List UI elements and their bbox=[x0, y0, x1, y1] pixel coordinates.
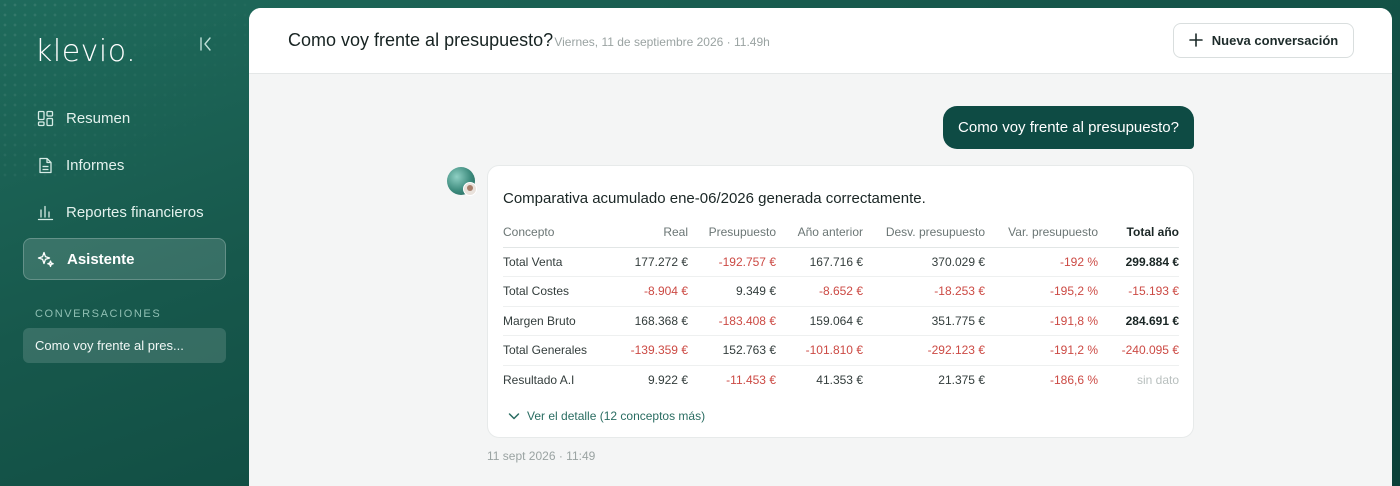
table-cell: 9.349 € bbox=[688, 276, 776, 307]
table-cell: 177.272 € bbox=[598, 247, 688, 277]
document-icon bbox=[35, 155, 55, 175]
user-avatar-badge bbox=[463, 182, 477, 196]
table-cell: Total Generales bbox=[503, 335, 598, 366]
table-row: Total Costes -8.904 € 9.349 € -8.652 € -… bbox=[503, 276, 1179, 307]
sidebar-item-label: Asistente bbox=[67, 250, 135, 268]
user-message: Como voy frente al presupuesto? bbox=[943, 106, 1194, 149]
table-cell: 152.763 € bbox=[688, 335, 776, 366]
chevron-down-icon bbox=[508, 413, 520, 420]
table-cell: -8.904 € bbox=[598, 276, 688, 307]
table-cell: 167.716 € bbox=[776, 247, 863, 277]
bar-chart-icon bbox=[35, 202, 55, 222]
message-timestamp: 11 sept 2026 · 11:49 bbox=[487, 449, 596, 463]
table-cell: 370.029 € bbox=[863, 247, 985, 277]
table-cell: -195,2 % bbox=[985, 276, 1098, 307]
sidebar-item-label: Resumen bbox=[66, 109, 131, 127]
table-cell: 284.691 € bbox=[1098, 306, 1179, 336]
table-cell: -192.757 € bbox=[688, 247, 776, 277]
table-cell: -191,2 % bbox=[985, 335, 1098, 366]
sidebar-item-label: Reportes financieros bbox=[66, 203, 204, 221]
table-cell: -8.652 € bbox=[776, 276, 863, 307]
view-detail-link[interactable]: Ver el detalle (12 conceptos más) bbox=[508, 409, 705, 423]
table-cell: Total Costes bbox=[503, 276, 598, 307]
sidebar: klevio. Resumen Informes Reportes financ… bbox=[0, 0, 249, 486]
column-header: Real bbox=[598, 217, 688, 248]
assistant-headline: Comparativa acumulado ene-06/2026 genera… bbox=[503, 190, 926, 207]
conversation-item[interactable]: Como voy frente al pres... bbox=[23, 328, 226, 363]
sidebar-nav: Resumen Informes Reportes financieros As… bbox=[23, 97, 226, 285]
table-cell: -15.193 € bbox=[1098, 276, 1179, 307]
dashboard-icon bbox=[35, 108, 55, 128]
table-cell: -191,8 % bbox=[985, 306, 1098, 336]
column-header: Desv. presupuesto bbox=[863, 217, 985, 248]
main-panel: Como voy frente al presupuesto? · Vierne… bbox=[249, 8, 1392, 486]
table-cell: -183.408 € bbox=[688, 306, 776, 336]
new-conversation-label: Nueva conversación bbox=[1211, 33, 1339, 48]
sidebar-item-asistente[interactable]: Asistente bbox=[23, 238, 226, 280]
table-row: Total Generales -139.359 € 152.763 € -10… bbox=[503, 335, 1179, 366]
plus-icon bbox=[1188, 31, 1203, 51]
conversation-header: Como voy frente al presupuesto? · Vierne… bbox=[249, 8, 1392, 74]
conversation-date: · Viernes, 11 de septiembre 2026 · 11.49… bbox=[547, 35, 770, 49]
sparkles-icon bbox=[36, 249, 56, 269]
klevio-logo: klevio. bbox=[35, 34, 137, 69]
column-header: Total año bbox=[1098, 217, 1179, 248]
table-cell: Margen Bruto bbox=[503, 306, 598, 336]
table-cell: -292.123 € bbox=[863, 335, 985, 366]
budget-comparison-table: Concepto Real Presupuesto Año anterior D… bbox=[503, 217, 1179, 395]
table-cell: 159.064 € bbox=[776, 306, 863, 336]
table-cell: 9.922 € bbox=[647, 373, 688, 387]
conversations-section-label: CONVERSACIONES bbox=[35, 308, 162, 320]
sidebar-item-resumen[interactable]: Resumen bbox=[23, 97, 226, 139]
column-header: Presupuesto bbox=[688, 217, 776, 248]
conversation-title: Como voy frente al presupuesto? bbox=[288, 30, 554, 50]
table-cell: -18.253 € bbox=[863, 276, 985, 307]
table-row: Resultado A.I 9.922 € -11.453 € 41.353 €… bbox=[503, 365, 1179, 395]
new-conversation-button[interactable]: Nueva conversación bbox=[1173, 23, 1354, 58]
table-cell: sin dato bbox=[1136, 373, 1179, 387]
table-cell: 41.353 € bbox=[816, 373, 863, 387]
table-cell: -186,6 % bbox=[1049, 373, 1098, 387]
table-cell: Resultado A.I bbox=[503, 373, 575, 387]
table-cell: -240.095 € bbox=[1098, 335, 1179, 366]
table-cell: 351.775 € bbox=[863, 306, 985, 336]
table-cell: 299.884 € bbox=[1098, 247, 1179, 277]
table-cell: 21.375 € bbox=[938, 373, 985, 387]
table-header-row: Concepto Real Presupuesto Año anterior D… bbox=[503, 217, 1179, 248]
table-cell: -101.810 € bbox=[776, 335, 863, 366]
table-cell: 168.368 € bbox=[598, 306, 688, 336]
column-header: Año anterior bbox=[776, 217, 863, 248]
column-header: Concepto bbox=[503, 217, 598, 248]
table-row: Total Venta 177.272 € -192.757 € 167.716… bbox=[503, 247, 1179, 277]
sidebar-item-informes[interactable]: Informes bbox=[23, 144, 226, 186]
table-row: Margen Bruto 168.368 € -183.408 € 159.06… bbox=[503, 306, 1179, 336]
sidebar-item-reportes-financieros[interactable]: Reportes financieros bbox=[23, 191, 226, 233]
table-cell: -11.453 € bbox=[726, 373, 776, 387]
table-cell: -139.359 € bbox=[598, 335, 688, 366]
table-cell: -192 % bbox=[985, 247, 1098, 277]
column-header: Var. presupuesto bbox=[985, 217, 1098, 248]
collapse-sidebar-icon[interactable] bbox=[196, 34, 216, 54]
view-detail-label: Ver el detalle (12 conceptos más) bbox=[527, 409, 706, 423]
table-cell: Total Venta bbox=[503, 247, 598, 277]
sidebar-item-label: Informes bbox=[66, 156, 125, 174]
assistant-message-card: Comparativa acumulado ene-06/2026 genera… bbox=[487, 165, 1194, 438]
